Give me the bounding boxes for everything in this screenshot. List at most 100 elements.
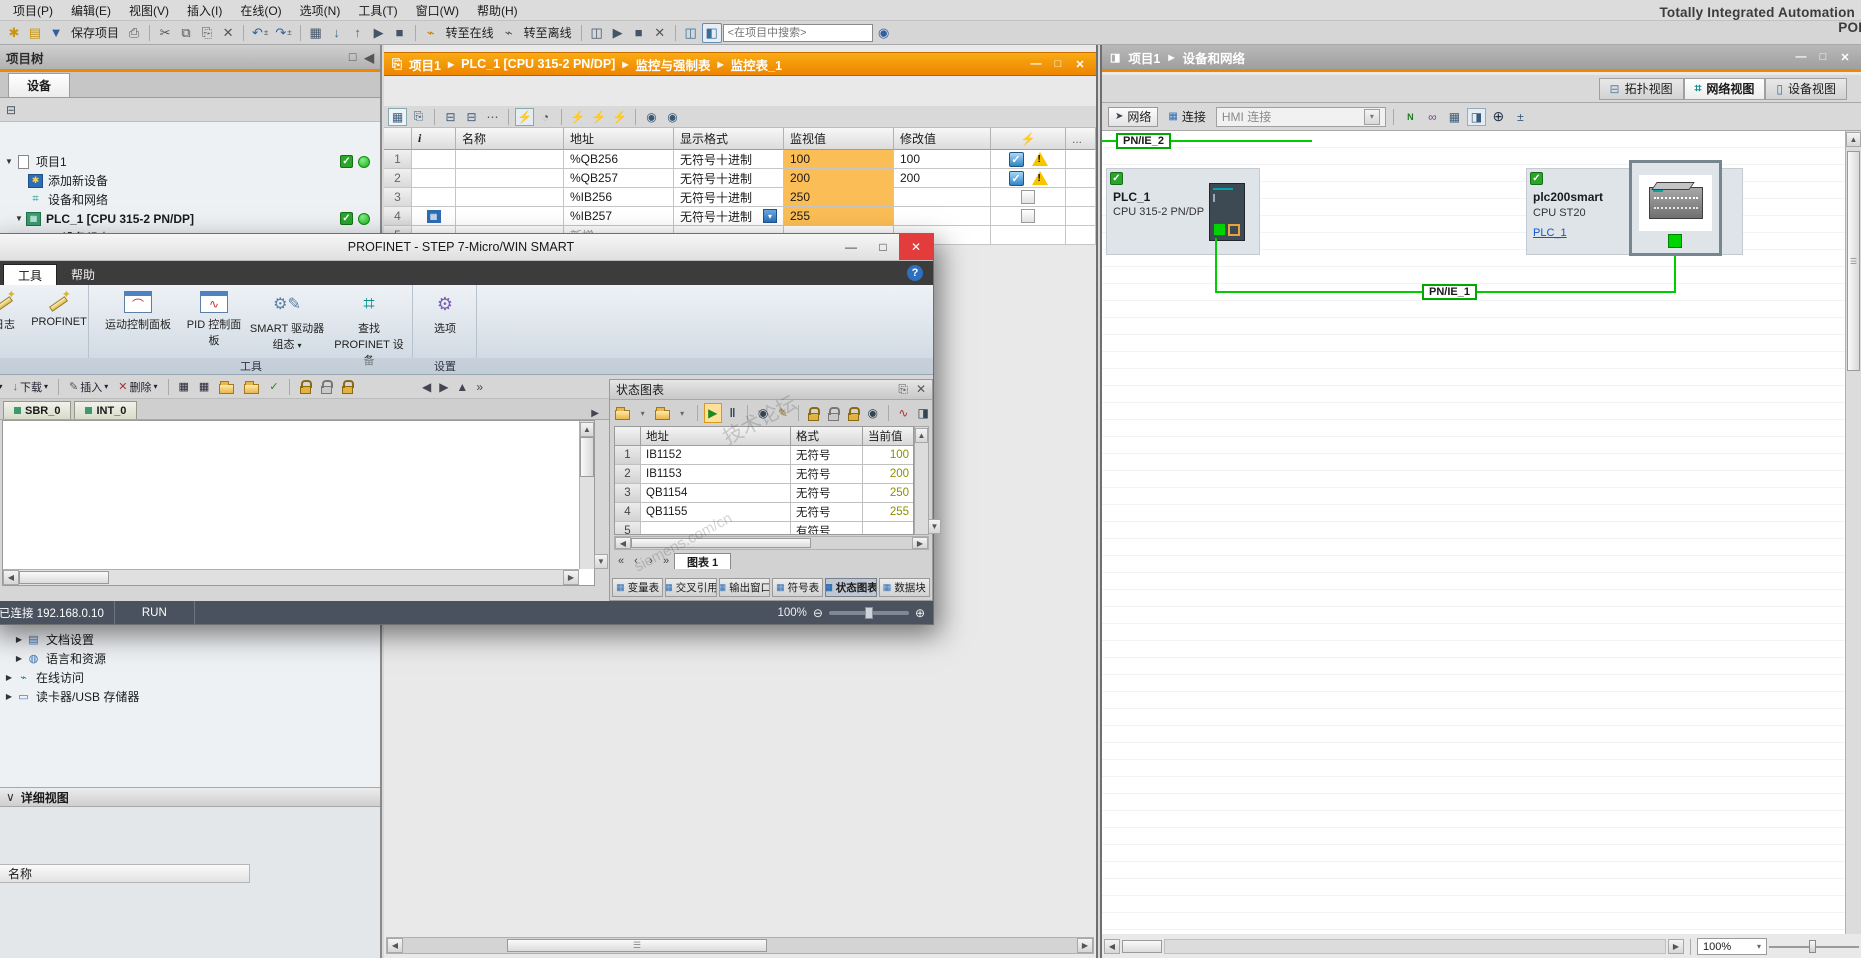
breadcrumb-watch-tables[interactable]: 监控与强制表 (636, 55, 711, 74)
close-editor-icon[interactable]: ✕ (1072, 57, 1088, 71)
tree-item-languages[interactable]: ▶ ◍ 语言和资源 (0, 649, 380, 668)
tree-item-plc1[interactable]: ▼ ▦ PLC_1 [CPU 315-2 PN/DP] ✓ (0, 209, 380, 228)
dropdown-arrow-icon[interactable]: ▾ (1363, 108, 1380, 125)
tab-cross-reference[interactable]: ▦交叉引用 (665, 578, 717, 597)
connection-type-dropdown[interactable]: HMI 连接 ▾ (1215, 106, 1386, 127)
dp-port-icon[interactable] (1228, 224, 1240, 236)
modify-with-trigger-icon[interactable]: ⚡ (589, 108, 608, 126)
goto-prev-icon[interactable]: ◀ (422, 380, 431, 394)
device-plc1-card[interactable]: ✓ PLC_1 CPU 315-2 PN/DP (1106, 168, 1260, 255)
show-address-labels-icon[interactable]: N (1401, 108, 1420, 126)
scrollbar-thumb[interactable]: ☰ (507, 939, 767, 952)
network-mode-button[interactable]: ➤ 网络 (1108, 106, 1159, 127)
delete-button[interactable]: ✕ 删除 ▾ (114, 377, 161, 396)
col-modify[interactable]: 修改值 (894, 128, 991, 150)
start-cpu-icon[interactable]: ▶ (369, 23, 389, 43)
chart-row-5[interactable]: 5 有符号 (615, 522, 913, 534)
zoom-slider[interactable] (828, 606, 909, 619)
menu-insert[interactable]: 插入(I) (178, 0, 231, 21)
device-plc200smart-card[interactable]: ✓ plc200smart CPU ST20 PLC_1 (1526, 160, 1743, 256)
menu-options[interactable]: 选项(N) (291, 0, 350, 21)
program-editor-area[interactable]: ▲ ▼ ◀ ▶ (2, 420, 608, 586)
motion-control-panel-button[interactable]: ⌒ 运动控制面板 (95, 291, 181, 332)
expand-arrow-icon[interactable]: ▶ (14, 635, 24, 644)
split-pane-icon[interactable]: ◨ (1466, 107, 1486, 126)
options-button[interactable]: ⚙ 选项 (419, 291, 471, 336)
cross-reference-icon[interactable]: ✕ (650, 23, 670, 43)
scroll-left-icon[interactable]: ◀ (3, 570, 19, 585)
details-view-header[interactable]: ∨ 详细视图 (0, 787, 380, 807)
pn-port-icon[interactable] (1668, 234, 1682, 248)
unforce-icon[interactable] (824, 403, 842, 423)
copy-icon[interactable]: ⧉ (176, 23, 196, 43)
sheet-tab-chart1[interactable]: 图表 1 (674, 553, 732, 569)
device-name[interactable]: PLC_1 (1113, 190, 1150, 204)
breadcrumb-project[interactable]: 项目1 (1128, 48, 1160, 67)
modify-value-cell[interactable] (894, 207, 991, 226)
zoom-slider[interactable] (1769, 938, 1859, 955)
close-editor-icon[interactable]: ✕ (1837, 50, 1853, 64)
subnet-label-pnie1[interactable]: PN/IE_1 (1422, 284, 1477, 300)
add-row-icon[interactable]: ⊟ (462, 108, 481, 126)
download-button[interactable]: ↓ 下载 ▾ (9, 377, 53, 396)
watch-row-4[interactable]: 4 ▦ %IB257 无符号十进制 ▾ 255 (384, 207, 1096, 226)
print-icon[interactable]: ⎙ (124, 23, 144, 43)
subnet-label-pnie2[interactable]: PN/IE_2 (1116, 133, 1171, 149)
close-window-icon[interactable]: ✕ (899, 234, 933, 260)
open-folder2-icon[interactable] (240, 377, 263, 396)
smart-help-icon[interactable]: ? (907, 265, 923, 281)
accessible-devices-icon[interactable]: ◫ (587, 23, 607, 43)
breadcrumb-plc[interactable]: PLC_1 [CPU 315-2 PN/DP] (461, 57, 615, 71)
menu-online[interactable]: 在线(O) (231, 0, 290, 21)
undo-icon[interactable]: ↶ ± (249, 23, 271, 43)
editor-hscrollbar[interactable]: ◀ ▶ (3, 569, 579, 585)
scroll-up-icon[interactable]: ▲ (1846, 132, 1861, 147)
dock-pin-icon[interactable]: ⎘ (898, 382, 908, 397)
scroll-left-icon[interactable]: ◀ (387, 938, 403, 953)
scroll-right-icon[interactable]: ▶ (563, 570, 579, 585)
smart-title-bar[interactable]: PROFINET - STEP 7-Micro/WIN SMART — □ ✕ (0, 234, 933, 261)
zoom-out-icon[interactable]: ⊖ (813, 606, 823, 620)
chart-vscrollbar[interactable]: ▲ ▼ (914, 426, 941, 535)
breadcrumb-watch-table-1[interactable]: 监控表_1 (731, 55, 782, 74)
menu-edit[interactable]: 编辑(E) (62, 0, 120, 21)
menu-tools[interactable]: 工具(T) (349, 0, 406, 21)
delete-icon[interactable]: ✕ (218, 23, 238, 43)
modify-enabled-checkbox[interactable]: ✓ (1008, 151, 1024, 167)
menu-view[interactable]: 视图(V) (120, 0, 178, 21)
watch-row-3[interactable]: 3 %IB256 无符号十进制 250 (384, 188, 1096, 207)
details-name-column-header[interactable]: 名称 (0, 864, 250, 883)
show-modify-icon[interactable]: ◉ (663, 108, 682, 126)
expand-arrow-icon[interactable]: ▶ (14, 654, 24, 663)
expand-mode-icon[interactable]: ⋯ (483, 108, 502, 126)
lock3-icon[interactable] (338, 377, 357, 396)
tree-item-devices-networks[interactable]: ⌗ 设备和网络 (0, 190, 380, 209)
split-vertical-icon[interactable]: ◧ (701, 22, 722, 43)
read-values-icon[interactable]: ◉ (754, 403, 772, 423)
goto-next-icon[interactable]: ▶ (439, 380, 448, 394)
tab-output-window[interactable]: ▦输出窗口 (718, 578, 770, 597)
col-format[interactable]: 显示格式 (674, 128, 784, 150)
goto-end-icon[interactable]: » (476, 380, 483, 394)
open-chart-dropdown-icon[interactable]: ▾ (673, 403, 691, 423)
scroll-left-icon[interactable]: ◀ (615, 537, 631, 549)
trend-view-icon[interactable]: ∿ (895, 403, 913, 423)
go-offline-button[interactable]: 转至离线 (520, 24, 576, 41)
watch-row-2[interactable]: 2 %QB257 无符号十进制 200 200 ✓! (384, 169, 1096, 188)
modify-disabled-checkbox[interactable] (1021, 209, 1035, 223)
monitor-all-icon[interactable]: ⚡ (515, 107, 534, 126)
first-sheet-icon[interactable]: « (614, 554, 628, 568)
chart-hscrollbar[interactable]: ◀ ▶ (614, 536, 929, 550)
redo-icon[interactable]: ↷ ± (272, 23, 294, 43)
pane-nav-icon[interactable]: ◨ (1110, 51, 1120, 64)
network-table-icon[interactable]: ▦ (175, 377, 193, 396)
tab-data-block[interactable]: ▦ 数据块 (878, 578, 930, 597)
next-sheet-icon[interactable]: › (644, 554, 658, 568)
save-project-button[interactable]: 保存项目 (67, 24, 123, 41)
prev-sheet-icon[interactable]: ‹ (629, 554, 643, 568)
col-current-value[interactable]: 当前值 (863, 427, 913, 446)
compile-icon[interactable]: ▦ (306, 23, 326, 43)
read-forced-icon[interactable]: ◉ (864, 403, 882, 423)
tab-status-chart[interactable]: ▦状态图表 (825, 578, 877, 597)
insert-button[interactable]: ✎ 插入 ▾ (65, 377, 112, 396)
